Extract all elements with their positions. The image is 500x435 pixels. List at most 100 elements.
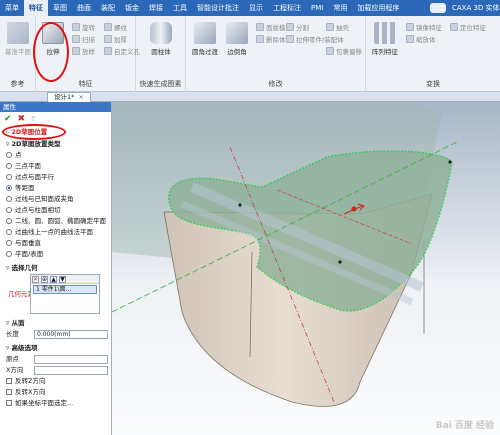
length-input[interactable]: 0.000(mm) xyxy=(34,330,108,339)
menu-11[interactable]: PMI xyxy=(306,0,328,16)
menu-3[interactable]: 曲面 xyxy=(72,0,96,16)
geometry-toolbar: ✕ ⊕ ▲ ▼ xyxy=(31,275,99,284)
app-window: 菜单 特征 草图 曲面 装配 钣金 焊接 工具 智能设计批注 显示 工程标注 PMI 常用 加载应用程序 … xyxy=(0,0,500,435)
from-face-header: ▿ 从面 xyxy=(6,319,25,327)
sweep-icon xyxy=(72,34,80,43)
chamfer-button[interactable]: 边倒角 xyxy=(222,20,252,64)
checkbox[interactable] xyxy=(6,378,12,384)
datum-plane-icon xyxy=(7,22,29,44)
mirror-feature-button[interactable]: 镜像特征 xyxy=(406,21,442,32)
menu-12[interactable]: 常用 xyxy=(328,0,352,16)
origin-input[interactable] xyxy=(34,355,108,364)
menu-10[interactable]: 工程标注 xyxy=(268,0,306,16)
annotation-circle-extrude xyxy=(33,22,69,82)
cancel-icon[interactable]: ✖ xyxy=(18,114,26,124)
group-label-modify: 修改 xyxy=(268,80,283,88)
menu-8[interactable]: 智能设计批注 xyxy=(192,0,244,16)
checkbox[interactable] xyxy=(6,400,12,406)
geometry-item[interactable]: 1 零件1\面... xyxy=(33,285,97,294)
radio-icon[interactable] xyxy=(6,152,12,158)
scale-body-button[interactable]: 缩放体 xyxy=(406,33,436,44)
radio-icon[interactable] xyxy=(6,163,12,169)
check-option[interactable]: 反转Z方向 xyxy=(0,376,111,387)
menu-7[interactable]: 工具 xyxy=(168,0,192,16)
fillet-button[interactable]: 圆角过渡 xyxy=(190,20,220,64)
shell-button[interactable]: 抽壳 xyxy=(326,21,349,32)
radio-icon[interactable] xyxy=(6,207,12,213)
radio-icon[interactable] xyxy=(6,218,12,224)
property-panel: 属性 ✔ ✖ ? ▹ 2D草图位置 ▿ 2D草图放置类型 点三点平面 过点与面平行… xyxy=(0,102,112,435)
add-icon[interactable]: ⊕ xyxy=(41,276,48,283)
thicken-icon xyxy=(104,34,112,43)
up-icon[interactable]: ▲ xyxy=(50,276,57,283)
loft-button[interactable]: 放样 xyxy=(72,45,95,56)
menu-2[interactable]: 草图 xyxy=(48,0,72,16)
delete-body-button[interactable]: 删除体 xyxy=(256,33,286,44)
placement-options: 点三点平面 过点与面平行 等距面 过线与已知面成夹角 过点与柱面相切 二线、圆、圆弧、椭圆… xyxy=(0,150,111,260)
help-icon[interactable]: ? xyxy=(31,115,35,123)
check-option[interactable]: 如果坐标平面选定... xyxy=(0,398,111,409)
placement-option[interactable]: 与面垂直 xyxy=(0,238,111,249)
thread-button[interactable]: 螺纹 xyxy=(104,21,127,32)
checkbox[interactable] xyxy=(6,389,12,395)
down-icon[interactable]: ▼ xyxy=(59,276,66,283)
radio-icon[interactable] xyxy=(6,185,12,191)
document-tab[interactable]: 设计1* × xyxy=(47,92,91,102)
custom-hole-button[interactable]: 自定义孔 xyxy=(104,45,140,56)
group-transform: 阵列特征 镜像特征 缩放体 定位特征 变换 xyxy=(366,16,500,92)
vertex-point xyxy=(238,203,242,207)
cylinder-button[interactable]: 圆柱体 xyxy=(146,20,176,64)
radio-icon[interactable] xyxy=(6,229,12,235)
draft-button[interactable]: 面拔模 xyxy=(256,21,286,32)
vertex-point xyxy=(448,160,452,164)
advanced-header: ▿ 高级选项 xyxy=(6,344,38,352)
group-quick-primitives: 圆柱体 快速生成图素 xyxy=(136,16,186,92)
menu-5[interactable]: 钣金 xyxy=(120,0,144,16)
menu-13[interactable]: 加载应用程序 xyxy=(352,0,404,16)
3d-viewport[interactable]: Bai 百度 经验 xyxy=(112,102,500,435)
placement-option[interactable]: 三点平面 xyxy=(0,161,111,172)
menu-6[interactable]: 焊接 xyxy=(144,0,168,16)
cylinder-icon xyxy=(150,22,172,44)
3d-scene[interactable] xyxy=(112,102,500,435)
split-button[interactable]: 分割 xyxy=(286,21,309,32)
extrude-part-button[interactable]: 拉伸零件/装配体 xyxy=(286,33,344,44)
placement-option[interactable]: 二线、圆、圆弧、椭圆确定平面 xyxy=(0,216,111,227)
placement-option[interactable]: 平面/表面 xyxy=(0,249,111,260)
placement-option[interactable]: 等距面 xyxy=(0,183,111,194)
placement-option[interactable]: 过点与柱面相切 xyxy=(0,205,111,216)
ok-icon[interactable]: ✔ xyxy=(4,114,12,124)
group-label-reference: 参考 xyxy=(10,80,25,88)
menu-9[interactable]: 显示 xyxy=(244,0,268,16)
close-icon[interactable]: × xyxy=(78,93,83,101)
thread-icon xyxy=(104,22,112,31)
placement-option[interactable]: 点 xyxy=(0,150,111,161)
document-tabbar: 设计1* × xyxy=(0,92,500,102)
radio-icon[interactable] xyxy=(6,240,12,246)
menu-4[interactable]: 装配 xyxy=(96,0,120,16)
sweep-button[interactable]: 扫描 xyxy=(72,33,95,44)
radio-icon[interactable] xyxy=(6,174,12,180)
revolve-button[interactable]: 旋转 xyxy=(72,21,95,32)
remove-icon[interactable]: ✕ xyxy=(32,276,39,283)
placement-option[interactable]: 过点与面平行 xyxy=(0,172,111,183)
menu-0[interactable]: 菜单 xyxy=(0,0,24,16)
chamfer-icon xyxy=(226,22,248,44)
radio-icon[interactable] xyxy=(6,196,12,202)
xdir-input[interactable] xyxy=(34,366,108,375)
position-feature-button[interactable]: 定位特征 xyxy=(450,21,486,32)
radio-icon[interactable] xyxy=(6,251,12,257)
pattern-feature-button[interactable]: 阵列特征 xyxy=(370,20,400,64)
datum-plane-button[interactable]: 基准平面 xyxy=(3,20,33,64)
wrap-offset-button[interactable]: 包裹偏移 xyxy=(326,45,362,56)
menu-1[interactable]: 特征 xyxy=(24,0,48,16)
placement-type-header: ▿ 2D草图放置类型 xyxy=(6,140,61,148)
extrude-part-icon xyxy=(286,34,294,43)
placement-option[interactable]: 过线与已知面成夹角 xyxy=(0,194,111,205)
sketch-position-header[interactable]: ▹ 2D草图位置 xyxy=(0,124,111,140)
watermark: Bai 百度 经验 xyxy=(435,421,494,431)
placement-option[interactable]: 过曲线上一点的曲线法平面 xyxy=(0,227,111,238)
check-option[interactable]: 反转X方向 xyxy=(0,387,111,398)
geometry-list[interactable]: ✕ ⊕ ▲ ▼ 1 零件1\面... xyxy=(30,274,100,314)
thicken-button[interactable]: 加厚 xyxy=(104,33,127,44)
